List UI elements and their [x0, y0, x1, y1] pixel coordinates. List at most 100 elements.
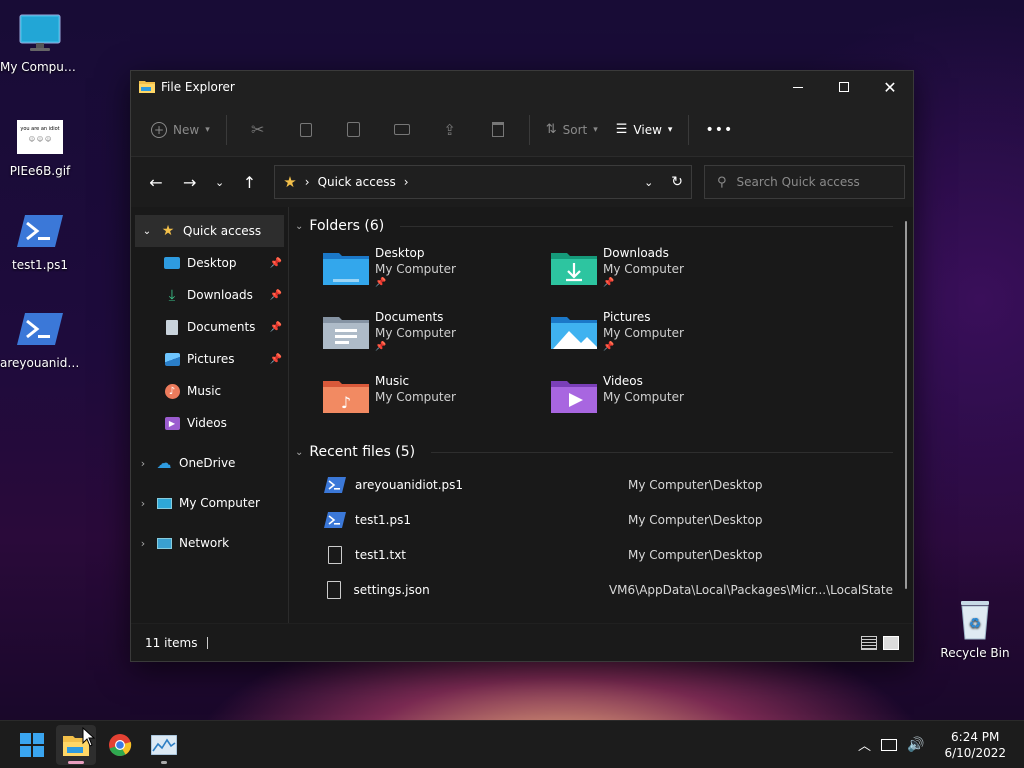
folder-location: My Computer: [603, 262, 684, 276]
sidebar-item-videos[interactable]: ▶ Videos: [131, 407, 288, 439]
desktop-icon-my-computer[interactable]: My Computer: [0, 10, 80, 74]
vertical-scrollbar[interactable]: [905, 221, 907, 589]
pin-icon: 📌: [269, 289, 282, 301]
maximize-button[interactable]: [821, 71, 867, 103]
running-indicator: [161, 760, 167, 764]
videos-folder-icon: [551, 381, 597, 413]
address-history-icon[interactable]: ⌄: [644, 176, 653, 189]
collapsed-chevron-icon[interactable]: ›: [131, 457, 155, 470]
chevron-up-icon[interactable]: ︿: [858, 735, 871, 754]
breadcrumb-chevron-icon[interactable]: ›: [404, 175, 409, 189]
forward-button[interactable]: →: [173, 166, 207, 198]
collapsed-chevron-icon[interactable]: ›: [131, 497, 155, 510]
recent-file-row[interactable]: test1.txt My Computer\Desktop: [323, 537, 893, 572]
recent-files-section-header[interactable]: ⌄ Recent files (5): [295, 437, 893, 467]
folder-name: Videos: [603, 374, 643, 388]
desktop-icon-areyouanidiot[interactable]: areyouanidi...: [0, 306, 80, 370]
folder-tile-desktop[interactable]: Desktop My Computer 📌: [323, 245, 551, 295]
folder-tile-pictures[interactable]: Pictures My Computer 📌: [551, 309, 779, 359]
clock[interactable]: 6:24 PM 6/10/2022: [944, 729, 1006, 761]
address-bar[interactable]: ★ › Quick access › ⌄ ↻: [274, 165, 693, 199]
recent-file-location: My Computer\Desktop: [628, 547, 763, 562]
network-icon: [155, 535, 173, 551]
more-icon: •••: [705, 121, 734, 138]
desktop-icon-gif[interactable]: you are an idiot ☺ ☺ ☺ PIEe6B.gif: [0, 114, 80, 178]
downloads-folder-icon: [551, 253, 597, 285]
documents-folder-icon: [323, 317, 369, 349]
start-button[interactable]: [12, 725, 52, 765]
recent-file-row[interactable]: settings.json VM6\AppData\Local\Packages…: [323, 572, 893, 607]
sidebar-item-documents[interactable]: Documents 📌: [131, 311, 288, 343]
desktop-icon-label: My Computer: [0, 60, 80, 74]
recent-file-row[interactable]: areyouanidiot.ps1 My Computer\Desktop: [323, 467, 893, 502]
desktop-icon-test1-ps1[interactable]: test1.ps1: [0, 208, 80, 272]
pin-icon: 📌: [269, 353, 282, 365]
folder-location: My Computer: [375, 262, 456, 276]
recent-file-row[interactable]: test1.ps1 My Computer\Desktop: [323, 502, 893, 537]
rename-button[interactable]: [379, 114, 425, 146]
desktop-icon-label: Recycle Bin: [940, 646, 1010, 660]
new-button[interactable]: + New ▾: [143, 114, 218, 146]
more-options-button[interactable]: •••: [697, 114, 741, 146]
monitor-icon: [155, 495, 173, 511]
json-file-icon: [323, 579, 345, 601]
desktop-folder-icon: [323, 253, 369, 285]
folder-tile-downloads[interactable]: Downloads My Computer 📌: [551, 245, 779, 295]
sidebar-item-downloads[interactable]: ⤓ Downloads 📌: [131, 279, 288, 311]
svg-text:♪: ♪: [341, 393, 351, 412]
details-view-icon[interactable]: [861, 635, 877, 650]
command-bar: + New ▾ ✂ ⇪ ⇅ Sort ▾ ☰ View ▾ •••: [131, 103, 913, 157]
sidebar-item-quick-access[interactable]: ⌄ ★ Quick access: [135, 215, 284, 247]
refresh-icon[interactable]: ↻: [671, 174, 683, 190]
minimize-button[interactable]: [775, 71, 821, 103]
chevron-down-icon: ⌄: [295, 220, 304, 232]
navigation-bar: ← → ⌄ ↑ ★ › Quick access › ⌄ ↻ ⚲: [131, 157, 913, 207]
folder-tile-music[interactable]: ♪ Music My Computer: [323, 373, 551, 423]
scissors-icon: ✂: [251, 120, 265, 139]
taskbar-chrome[interactable]: [100, 725, 140, 765]
folder-tile-documents[interactable]: Documents My Computer 📌: [323, 309, 551, 359]
copy-button[interactable]: [283, 114, 329, 146]
gif-thumbnail-icon: you are an idiot ☺ ☺ ☺: [16, 114, 64, 160]
sidebar-item-onedrive[interactable]: › ☁ OneDrive: [131, 447, 288, 479]
sidebar-item-desktop[interactable]: Desktop 📌: [131, 247, 288, 279]
desktop-folder-icon: [163, 255, 181, 271]
svg-text:♻: ♻: [969, 616, 982, 632]
folders-section-header[interactable]: ⌄ Folders (6): [295, 211, 893, 241]
pin-icon: 📌: [375, 278, 387, 288]
music-icon: ♪: [163, 383, 181, 399]
back-button[interactable]: ←: [139, 166, 173, 198]
volume-icon[interactable]: 🔊: [907, 737, 924, 753]
collapsed-chevron-icon[interactable]: ›: [131, 537, 155, 550]
sidebar-item-network[interactable]: › Network: [131, 527, 288, 559]
taskbar-task-manager[interactable]: [144, 725, 184, 765]
view-button[interactable]: ☰ View ▾: [608, 114, 681, 146]
expanded-chevron-icon[interactable]: ⌄: [135, 226, 159, 237]
sidebar-item-my-computer[interactable]: › My Computer: [131, 487, 288, 519]
up-button[interactable]: ↑: [232, 166, 266, 198]
folder-location: My Computer: [603, 390, 684, 404]
cut-button[interactable]: ✂: [235, 114, 281, 146]
close-button[interactable]: ✕: [867, 71, 913, 103]
breadcrumb-location[interactable]: Quick access: [318, 175, 396, 189]
search-input[interactable]: [736, 175, 887, 189]
pin-icon: 📌: [603, 342, 615, 352]
search-box[interactable]: ⚲: [704, 165, 906, 199]
folder-tile-videos[interactable]: Videos My Computer: [551, 373, 779, 423]
sidebar-item-label: Quick access: [183, 224, 262, 238]
share-button[interactable]: ⇪: [427, 114, 473, 146]
recent-locations-button[interactable]: ⌄: [207, 166, 233, 198]
clock-time: 6:24 PM: [951, 729, 1000, 744]
delete-button[interactable]: [475, 114, 521, 146]
network-status-icon[interactable]: [881, 738, 898, 751]
pin-icon: 📌: [603, 278, 615, 288]
desktop-icon-recycle-bin[interactable]: ♻ Recycle Bin: [935, 596, 1015, 660]
sort-button[interactable]: ⇅ Sort ▾: [538, 114, 606, 146]
paste-button[interactable]: [331, 114, 377, 146]
sidebar-item-music[interactable]: ♪ Music: [131, 375, 288, 407]
title-bar[interactable]: File Explorer ✕: [131, 71, 913, 103]
windows-logo-icon: [20, 732, 44, 757]
sidebar-item-pictures[interactable]: Pictures 📌: [131, 343, 288, 375]
chevron-down-icon: ▾: [667, 124, 673, 135]
tiles-view-icon[interactable]: [883, 635, 899, 650]
